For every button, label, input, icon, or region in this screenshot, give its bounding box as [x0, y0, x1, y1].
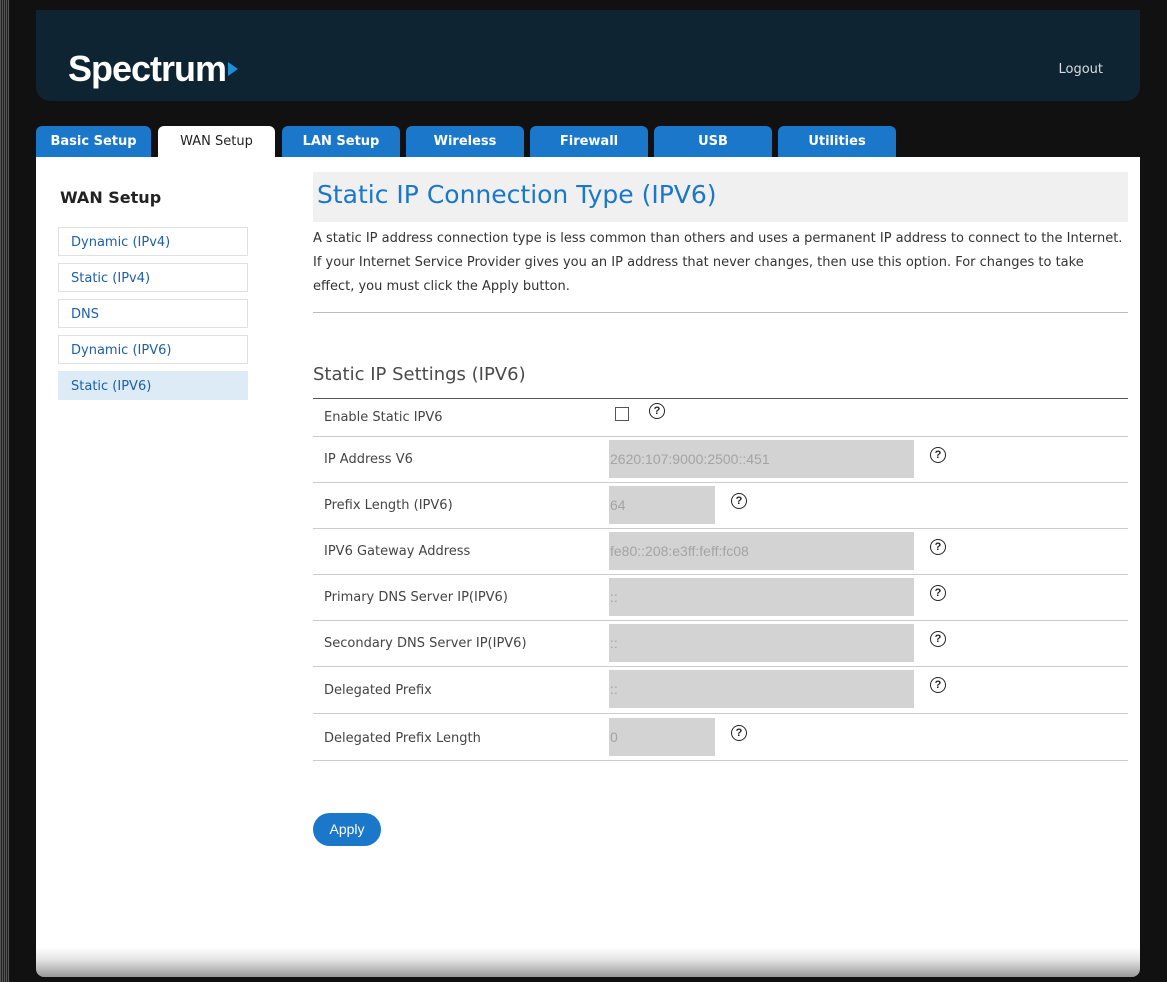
header-bar: Spectrum Logout [36, 10, 1140, 101]
tab-basic-setup[interactable]: Basic Setup [36, 126, 151, 157]
settings-row-primary-dns: Primary DNS Server IP(IPV6) :: ? [313, 575, 1128, 621]
apply-button[interactable]: Apply [313, 813, 381, 846]
settings-row-secondary-dns: Secondary DNS Server IP(IPV6) :: ? [313, 621, 1128, 667]
sidebar-item-dns[interactable]: DNS [58, 299, 248, 328]
prefix-length-input[interactable]: 64 [609, 486, 715, 524]
tab-usb[interactable]: USB [654, 126, 772, 157]
footer-bar [36, 947, 1140, 977]
sidebar-item-dynamic-ipv4[interactable]: Dynamic (IPv4) [58, 227, 248, 256]
divider [313, 312, 1128, 313]
spectrum-logo: Spectrum [68, 48, 239, 90]
logo-arrow-icon [228, 62, 239, 77]
secondary-dns-input[interactable]: :: [609, 624, 914, 662]
settings-row-prefix-length: Prefix Length (IPV6) 64 ? [313, 483, 1128, 529]
intro-text: A static IP address connection type is l… [313, 231, 1123, 294]
settings-row-delegated-prefix: Delegated Prefix :: ? [313, 667, 1128, 714]
secondary-dns-label: Secondary DNS Server IP(IPV6) [324, 636, 527, 651]
settings-row-enable: Enable Static IPV6 ? [313, 399, 1128, 437]
gateway-address-label: IPV6 Gateway Address [324, 544, 471, 559]
tab-firewall[interactable]: Firewall [530, 126, 648, 157]
tab-utilities[interactable]: Utilities [778, 126, 896, 157]
ip-address-v6-input[interactable]: 2620:107:9000:2500::451 [609, 440, 914, 478]
section-title: Static IP Settings (IPV6) [313, 364, 526, 385]
sidebar-item-static-ipv6[interactable]: Static (IPV6) [58, 371, 248, 400]
sidebar-item-static-ipv4[interactable]: Static (IPv4) [58, 263, 248, 292]
primary-dns-input[interactable]: :: [609, 578, 914, 616]
prefix-length-label: Prefix Length (IPV6) [324, 498, 453, 513]
sidebar-title: WAN Setup [60, 188, 162, 207]
settings-row-delegated-prefix-length: Delegated Prefix Length 0 ? [313, 714, 1128, 761]
help-icon[interactable]: ? [930, 447, 946, 463]
delegated-prefix-label: Delegated Prefix [324, 683, 432, 698]
settings-row-ip-address: IP Address V6 2620:107:9000:2500::451 ? [313, 437, 1128, 483]
help-icon[interactable]: ? [731, 493, 747, 509]
primary-dns-label: Primary DNS Server IP(IPV6) [324, 590, 508, 605]
help-icon[interactable]: ? [930, 539, 946, 555]
enable-static-ipv6-checkbox[interactable] [615, 407, 629, 421]
sidebar-item-dynamic-ipv6[interactable]: Dynamic (IPV6) [58, 335, 248, 364]
delegated-prefix-length-input[interactable]: 0 [609, 718, 715, 756]
ip-address-v6-label: IP Address V6 [324, 452, 413, 467]
tab-wireless[interactable]: Wireless [406, 126, 524, 157]
window-edge [0, 0, 9, 982]
help-icon[interactable]: ? [649, 403, 665, 419]
help-icon[interactable]: ? [731, 725, 747, 741]
enable-static-ipv6-label: Enable Static IPV6 [324, 410, 443, 425]
logout-link[interactable]: Logout [1058, 62, 1103, 77]
help-icon[interactable]: ? [930, 585, 946, 601]
help-icon[interactable]: ? [930, 677, 946, 693]
page-title: Static IP Connection Type (IPV6) [313, 172, 1128, 222]
tab-wan-setup[interactable]: WAN Setup [158, 126, 275, 158]
delegated-prefix-length-label: Delegated Prefix Length [324, 731, 481, 746]
help-icon[interactable]: ? [930, 631, 946, 647]
settings-row-gateway: IPV6 Gateway Address fe80::208:e3ff:feff… [313, 529, 1128, 575]
delegated-prefix-input[interactable]: :: [609, 670, 914, 708]
tab-lan-setup[interactable]: LAN Setup [282, 126, 400, 157]
logo-text: Spectrum [68, 48, 227, 89]
gateway-address-input[interactable]: fe80::208:e3ff:feff:fc08 [609, 532, 914, 570]
